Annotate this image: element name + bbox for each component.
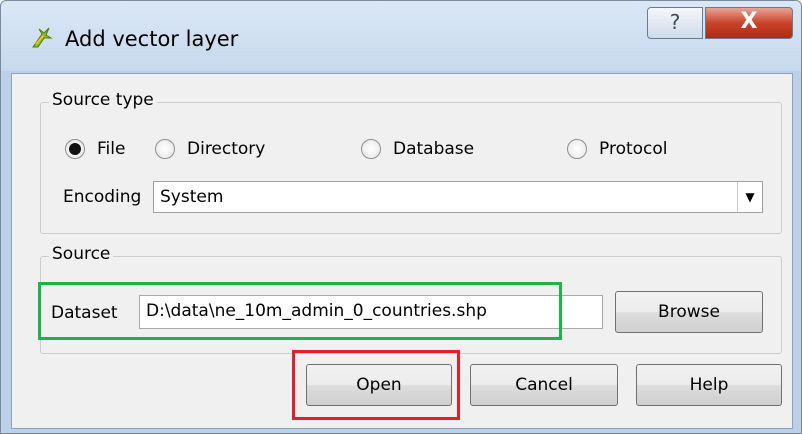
browse-button[interactable]: Browse [615, 291, 763, 333]
dataset-highlight-box [38, 282, 562, 340]
radio-protocol[interactable] [567, 139, 587, 159]
source-type-title: Source type [49, 90, 157, 110]
radio-database[interactable] [361, 139, 381, 159]
encoding-select[interactable]: System ▼ [153, 181, 763, 213]
encoding-label: Encoding [63, 187, 142, 207]
open-highlight-box [292, 350, 460, 420]
question-mark-icon: ? [669, 10, 681, 34]
close-icon: X [740, 9, 758, 34]
radio-protocol-label[interactable]: Protocol [599, 139, 668, 159]
radio-database-label[interactable]: Database [393, 139, 474, 159]
radio-file[interactable] [65, 139, 85, 159]
close-button[interactable]: X [705, 7, 793, 39]
title-bar[interactable]: Add vector layer ? X [1, 1, 801, 73]
source-title: Source [49, 244, 114, 264]
cancel-button[interactable]: Cancel [470, 364, 618, 406]
help-button[interactable]: Help [636, 364, 782, 406]
source-type-group: Source type File Directory Database Prot… [40, 90, 782, 234]
titlebar-help-button[interactable]: ? [647, 7, 703, 39]
qgis-logo-icon [32, 27, 53, 48]
radio-directory-label[interactable]: Directory [187, 139, 265, 159]
encoding-value: System [160, 187, 224, 207]
radio-file-label[interactable]: File [97, 139, 125, 159]
radio-directory[interactable] [155, 139, 175, 159]
chevron-down-icon[interactable]: ▼ [737, 182, 762, 212]
window-title: Add vector layer [65, 27, 239, 51]
